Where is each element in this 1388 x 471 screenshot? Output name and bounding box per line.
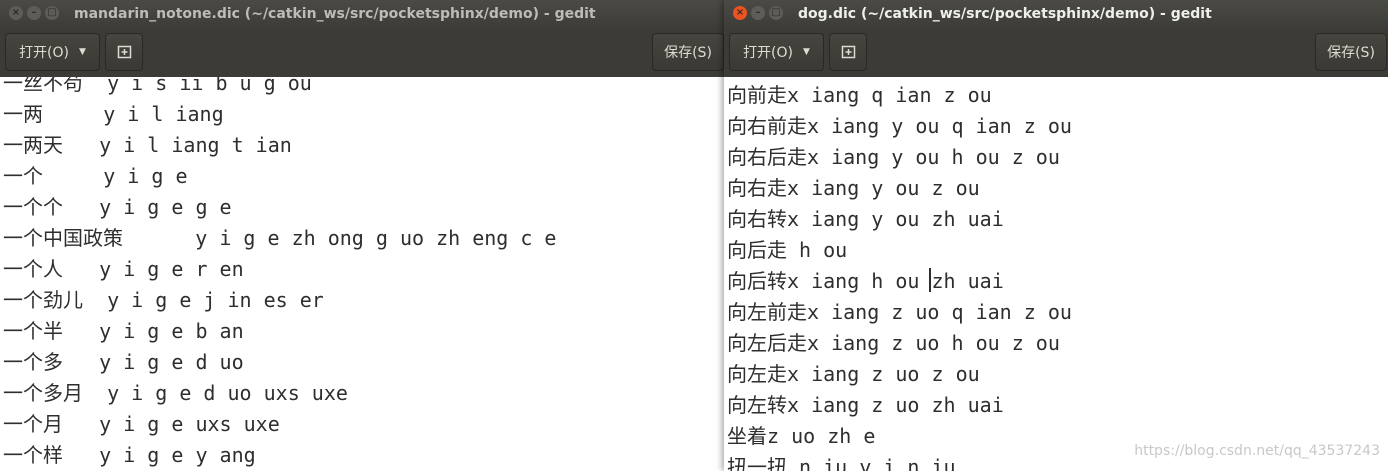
title-bar[interactable]: × – □ mandarin_notone.dic (~/catkin_ws/s…: [0, 0, 724, 29]
text-line[interactable]: 向后转x iang h ou zh uai: [727, 266, 1072, 297]
text-line[interactable]: 扭一扭 n iu y i n iu: [727, 452, 1072, 471]
open-button-label: 打开(O): [743, 45, 794, 61]
text-line[interactable]: 向右后走x iang y ou h ou z ou: [727, 142, 1072, 173]
editor-lines: 向前走x iang q ian z ou 向右前走x iang y ou q i…: [727, 80, 1072, 471]
new-document-button[interactable]: [829, 33, 867, 71]
gedit-window-right: × – □ dog.dic (~/catkin_ws/src/pocketsph…: [724, 0, 1388, 471]
maximize-icon[interactable]: □: [45, 6, 59, 20]
text-line[interactable]: 向右走x iang y ou z ou: [727, 173, 1072, 204]
text-line[interactable]: 一两 y i l iang: [3, 99, 556, 130]
text-line[interactable]: 一丝不苟 y i s ii b u g ou: [3, 77, 556, 99]
open-button-label: 打开(O): [19, 45, 70, 61]
text-line[interactable]: 一个样 y i g e y ang: [3, 440, 556, 471]
text-line[interactable]: 一个中国政策 y i g e zh ong g uo zh eng c e: [3, 223, 556, 254]
new-document-icon: [841, 45, 855, 59]
window-title: mandarin_notone.dic (~/catkin_ws/src/poc…: [74, 6, 596, 22]
title-bar[interactable]: × – □ dog.dic (~/catkin_ws/src/pocketsph…: [724, 0, 1388, 29]
text-line[interactable]: 向前走x iang q ian z ou: [727, 80, 1072, 111]
close-icon[interactable]: ×: [9, 6, 23, 20]
header-toolbar: 打开(O) ▼ 保存(S): [0, 29, 724, 77]
new-document-button[interactable]: [105, 33, 143, 71]
editor-lines: 一丝不苟 y i s ii b u g ou 一两 y i l iang 一两天…: [3, 77, 556, 471]
new-document-icon: [117, 45, 131, 59]
close-icon[interactable]: ×: [733, 6, 747, 20]
text-line[interactable]: 一个多月 y i g e d uo uxs uxe: [3, 378, 556, 409]
gedit-window-left: × – □ mandarin_notone.dic (~/catkin_ws/s…: [0, 0, 724, 471]
maximize-icon[interactable]: □: [769, 6, 783, 20]
window-controls: × – □: [9, 6, 59, 20]
text-line[interactable]: 一两天 y i l iang t ian: [3, 130, 556, 161]
text-line[interactable]: 向左前走x iang z uo q ian z ou: [727, 297, 1072, 328]
window-controls: × – □: [733, 6, 783, 20]
text-line[interactable]: 一个月 y i g e uxs uxe: [3, 409, 556, 440]
text-line[interactable]: 向左后走x iang z uo h ou z ou: [727, 328, 1072, 359]
text-line[interactable]: 向左走x iang z uo z ou: [727, 359, 1072, 390]
text-line[interactable]: 一个个 y i g e g e: [3, 192, 556, 223]
text-line[interactable]: 向后走 h ou: [727, 235, 1072, 266]
text-line[interactable]: 一个人 y i g e r en: [3, 254, 556, 285]
text-line[interactable]: 向右转x iang y ou zh uai: [727, 204, 1072, 235]
text-line[interactable]: 一个半 y i g e b an: [3, 316, 556, 347]
text-line[interactable]: 一个多 y i g e d uo: [3, 347, 556, 378]
text-editor[interactable]: 向前走x iang q ian z ou 向右前走x iang y ou q i…: [724, 77, 1388, 471]
text-editor[interactable]: 一丝不苟 y i s ii b u g ou 一两 y i l iang 一两天…: [0, 77, 724, 471]
text-line[interactable]: 一个 y i g e: [3, 161, 556, 192]
save-button[interactable]: 保存(S): [652, 33, 724, 71]
text-line[interactable]: 向右前走x iang y ou q ian z ou: [727, 111, 1072, 142]
text-line[interactable]: 坐着z uo zh e: [727, 421, 1072, 452]
desktop: { "left_window": { "title": "mandarin_no…: [0, 0, 1388, 471]
minimize-icon[interactable]: –: [27, 6, 41, 20]
minimize-icon[interactable]: –: [751, 6, 765, 20]
save-button[interactable]: 保存(S): [1315, 33, 1387, 71]
header-toolbar: 打开(O) ▼ 保存(S): [724, 29, 1388, 77]
text-cursor: [929, 268, 931, 292]
open-button[interactable]: 打开(O) ▼: [5, 33, 100, 71]
text-line[interactable]: 一个劲儿 y i g e j in es er: [3, 285, 556, 316]
watermark: https://blog.csdn.net/qq_43537243: [1134, 443, 1380, 459]
chevron-down-icon: ▼: [79, 47, 86, 57]
chevron-down-icon: ▼: [803, 47, 810, 57]
open-button[interactable]: 打开(O) ▼: [729, 33, 824, 71]
text-line[interactable]: 向左转x iang z uo zh uai: [727, 390, 1072, 421]
window-title: dog.dic (~/catkin_ws/src/pocketsphinx/de…: [798, 6, 1212, 22]
